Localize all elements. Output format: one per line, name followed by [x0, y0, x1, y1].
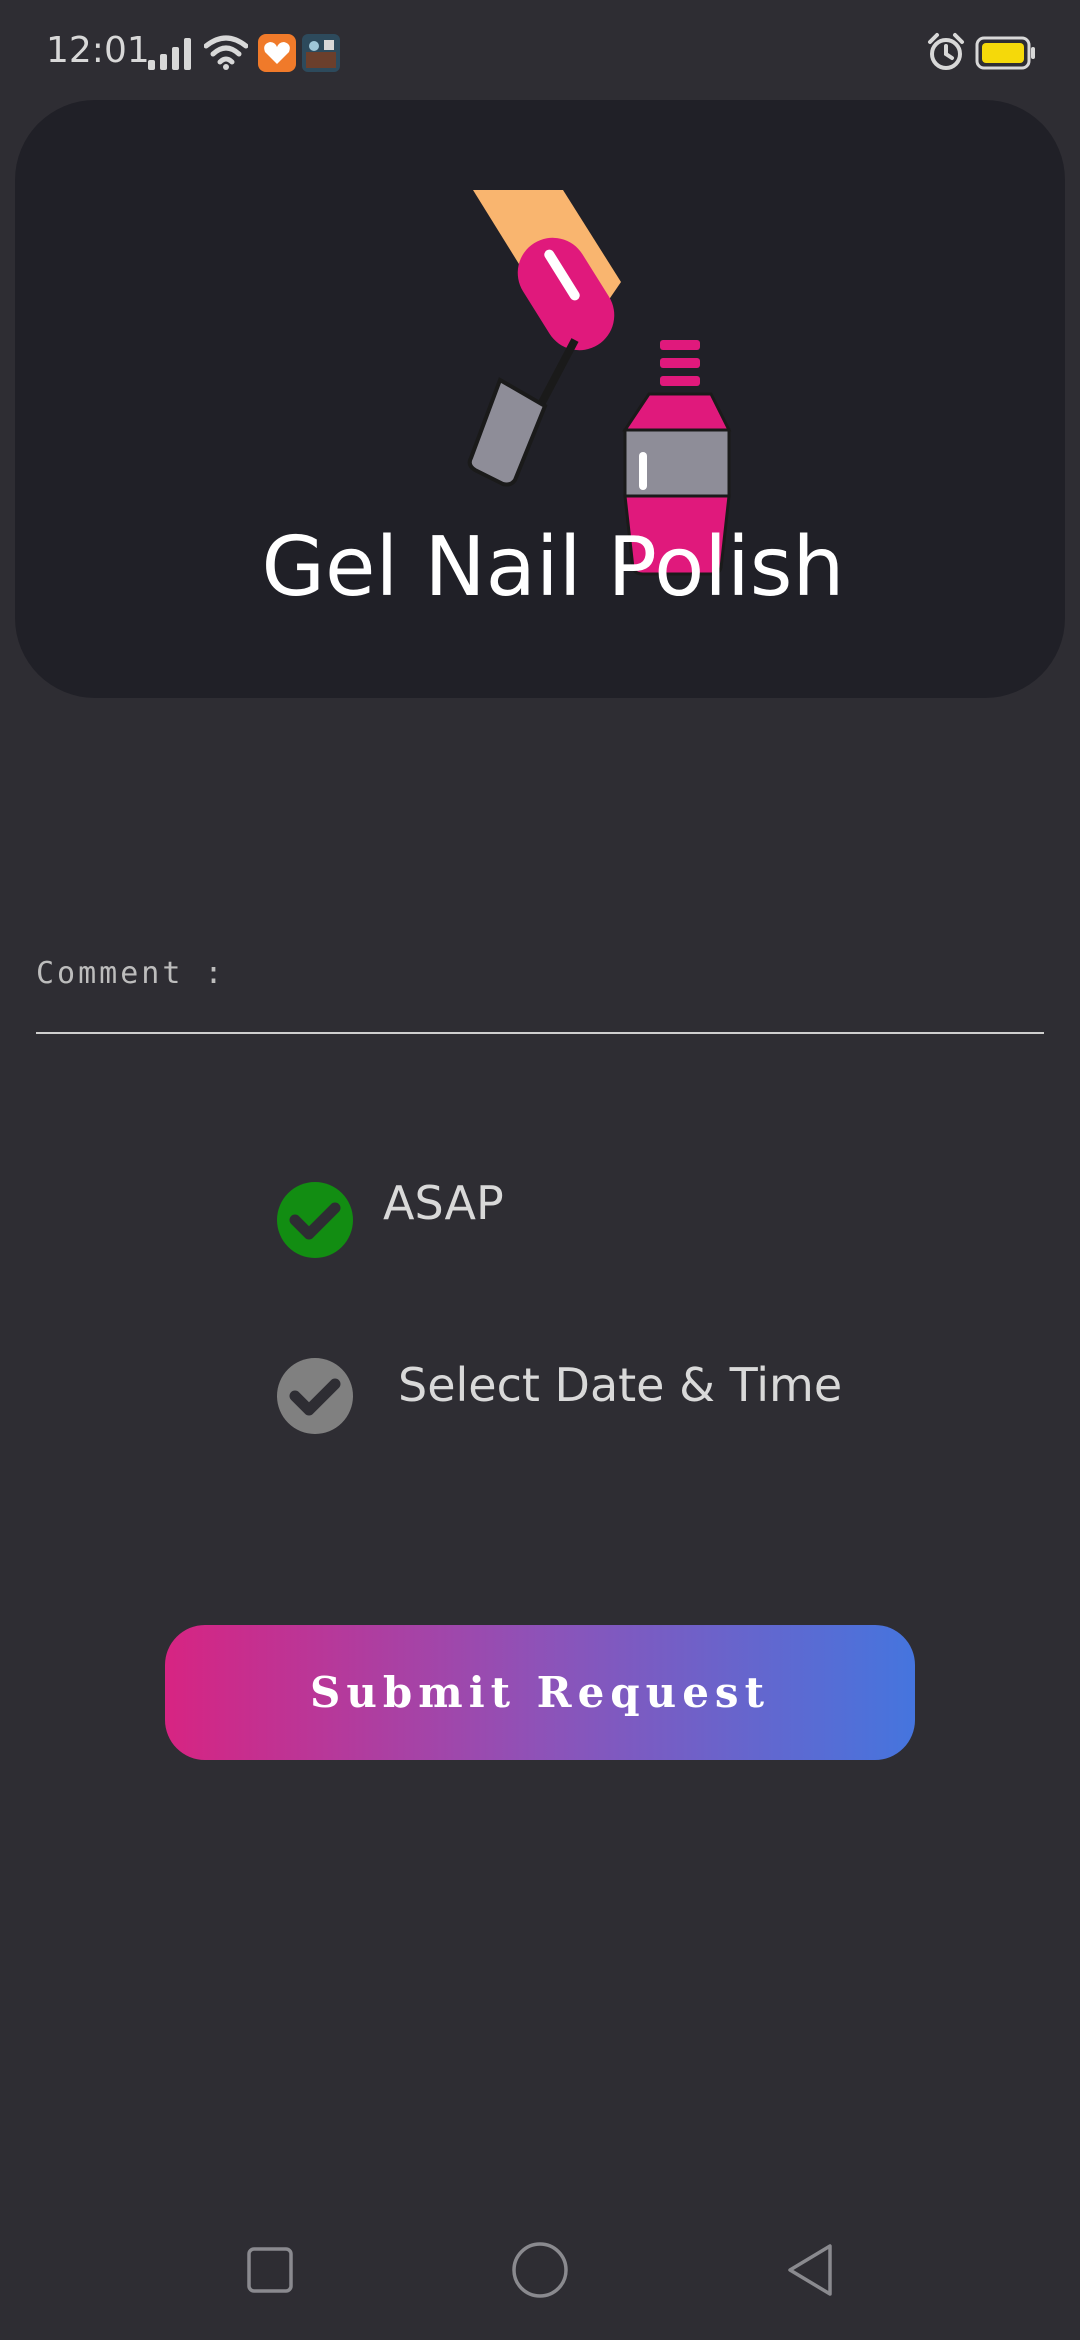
comment-field[interactable]: Comment :: [36, 940, 1044, 1034]
status-time: 12:01: [46, 30, 150, 71]
signal-icon: [148, 38, 191, 70]
health-app-icon: [258, 34, 296, 72]
nav-bar: [0, 2200, 1080, 2340]
recent-apps-icon[interactable]: [238, 2238, 302, 2302]
header-card: Gel Nail Polish: [15, 100, 1065, 698]
alarm-icon: [928, 33, 964, 70]
page-title: Gel Nail Polish: [261, 520, 845, 615]
back-icon[interactable]: [778, 2238, 842, 2302]
comment-label: Comment :: [36, 956, 226, 991]
option-asap-label: ASAP: [383, 1176, 504, 1230]
home-icon[interactable]: [508, 2238, 572, 2302]
check-circle-icon: [277, 1358, 353, 1434]
battery-icon: [975, 36, 1035, 70]
status-bar: 12:01: [0, 0, 1080, 100]
option-asap[interactable]: ASAP: [275, 1176, 575, 1260]
wifi-icon: [204, 35, 248, 70]
submit-request-button[interactable]: Submit Request: [165, 1625, 915, 1760]
option-select-date-time[interactable]: Select Date & Time: [275, 1356, 842, 1436]
option-select-date-time-label: Select Date & Time: [398, 1358, 843, 1412]
check-circle-icon: [277, 1182, 353, 1258]
gallery-app-icon: [302, 34, 340, 72]
screen: 12:01 Gel Nail Polish Comment: ASAP Sel…: [0, 0, 1080, 2340]
